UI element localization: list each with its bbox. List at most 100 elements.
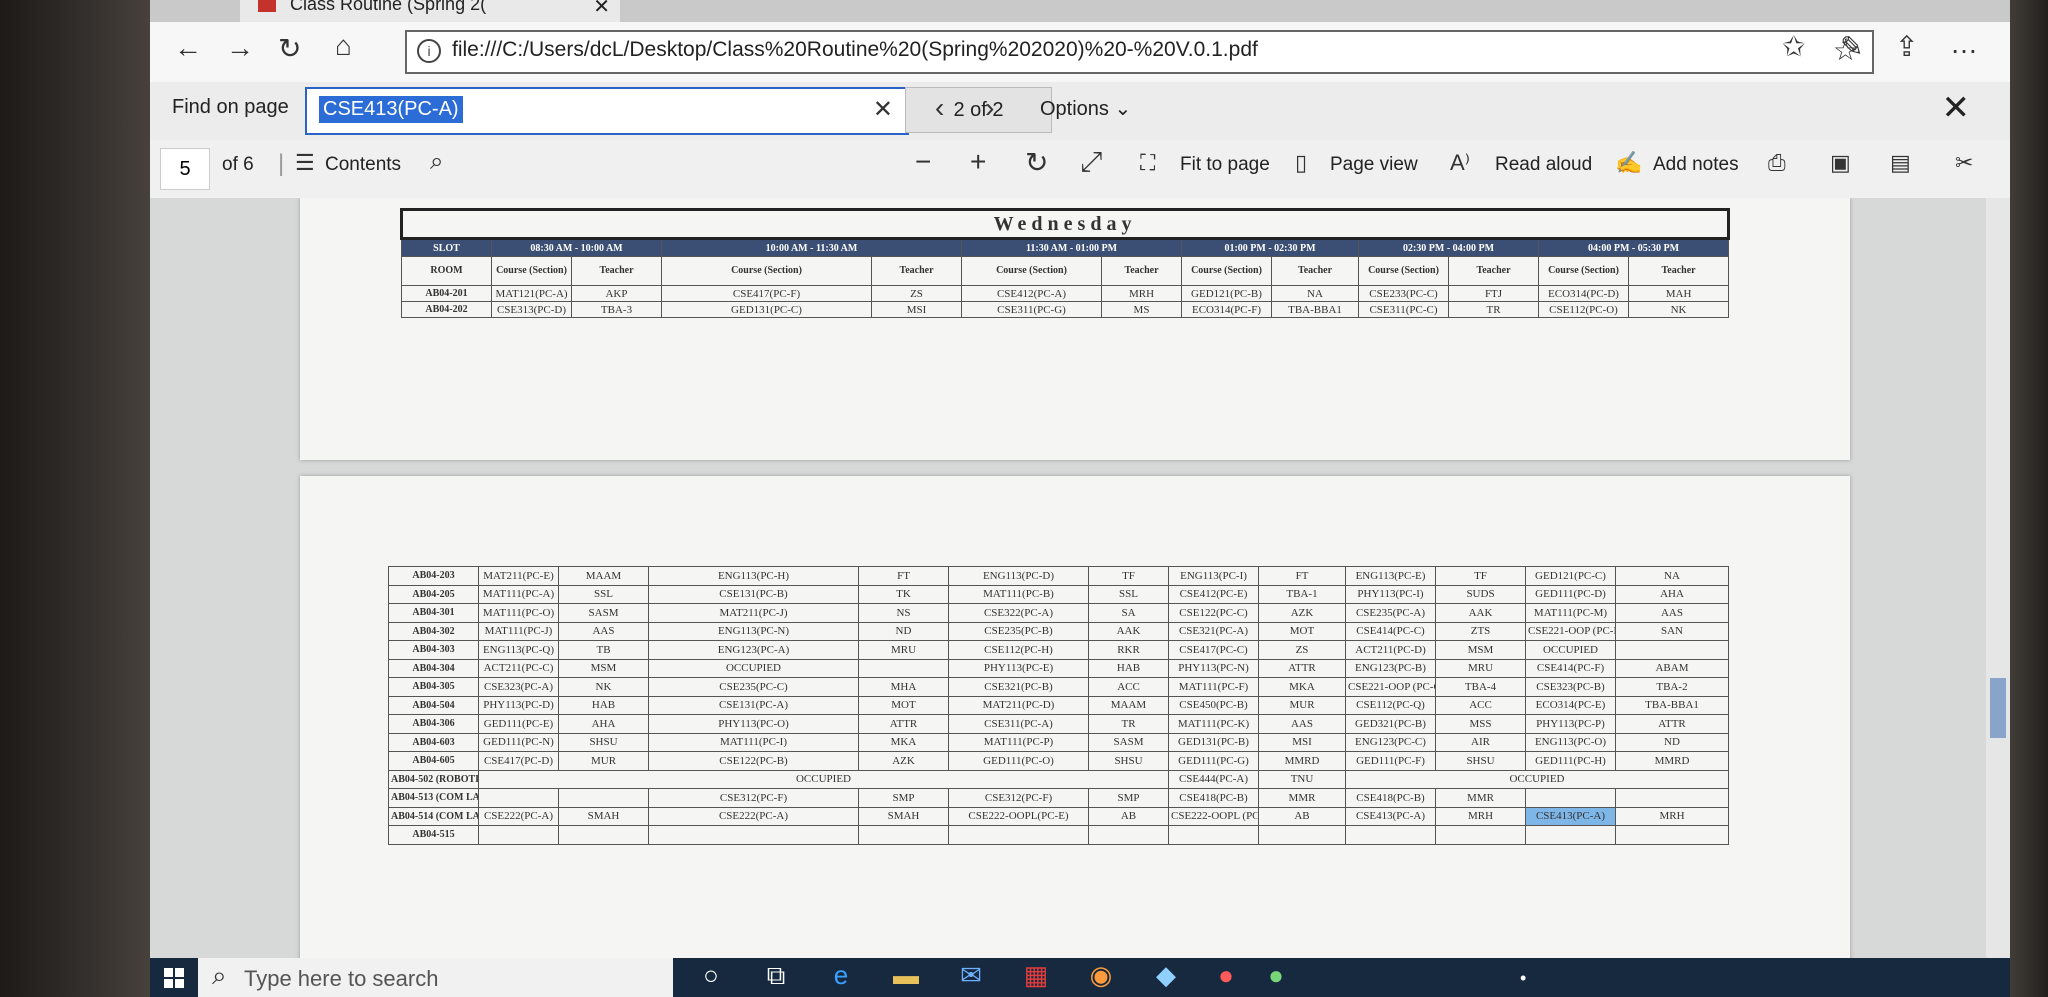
teacher-cell: AAS <box>558 621 649 641</box>
teacher-cell: MSI <box>1258 732 1346 752</box>
contents-button[interactable]: Contents <box>325 154 401 176</box>
course-cell: GED111(PC-O) <box>948 751 1089 771</box>
teacher-cell: AIR <box>1435 732 1526 752</box>
course-cell: GED111(PC-H) <box>1525 751 1616 771</box>
forward-arrow-icon[interactable]: → <box>226 32 254 64</box>
teacher-cell: MSM <box>1435 640 1526 660</box>
pin-toolbar-icon[interactable]: ✂ <box>1955 150 1973 176</box>
next-match-icon[interactable]: › <box>985 92 994 124</box>
vertical-scrollbar[interactable] <box>1986 198 2010 958</box>
url-text: file:///C:/Users/dcL/Desktop/Class%20Rou… <box>452 38 1258 61</box>
course-cell: CSE414(PC-F) <box>1525 658 1616 678</box>
app-icon-2[interactable]: ◆ <box>1150 960 1182 994</box>
zoom-out-icon[interactable]: − <box>915 146 931 178</box>
teacher-cell: MOT <box>1258 621 1346 641</box>
zoom-in-icon[interactable]: + <box>970 146 986 178</box>
table-row: AB04-515 <box>388 825 1729 845</box>
read-aloud-button[interactable]: Read aloud <box>1495 154 1592 176</box>
url-field[interactable]: i file:///C:/Users/dcL/Desktop/Class%20R… <box>405 30 1874 74</box>
store-icon[interactable]: ▦ <box>1020 960 1052 994</box>
find-label: Find on page <box>172 96 289 118</box>
table-row: AB04-502 (ROBOTIX LAB)OCCUPIEDCSE444(PC-… <box>388 769 1729 789</box>
teacher-cell: FTJ <box>1448 285 1539 302</box>
find-options-button[interactable]: Options ⌄ <box>1040 96 1131 121</box>
course-cell <box>1345 825 1436 845</box>
room-cell: AB04-306 <box>388 714 479 734</box>
browser-tab[interactable]: Class Routine (Spring 2( ✕ <box>240 0 620 22</box>
course-header: Course (Section) <box>1358 256 1449 286</box>
course-cell: PHY113(PC-N) <box>1168 658 1259 678</box>
teacher-cell: NK <box>558 677 649 697</box>
scrollbar-thumb[interactable] <box>1990 678 2006 738</box>
read-aloud-icon: A⁾ <box>1450 150 1471 175</box>
course-cell: CSE122(PC-C) <box>1168 603 1259 623</box>
table-row: AB04-205 MAT111(PC-A) SSL CSE131(PC-B) TK MAT… <box>388 584 1729 604</box>
teacher-cell: TBA-BBA1 <box>1271 301 1359 318</box>
course-cell: CSE323(PC-B) <box>1525 677 1616 697</box>
mail-icon[interactable]: ✉ <box>955 960 987 994</box>
routine-table-continued: AB04-203 MAT211(PC-E) MAAM ENG113(PC-H) FT EN… <box>388 566 1729 845</box>
fullscreen-icon[interactable]: ⤢ <box>1080 146 1102 179</box>
more-icon[interactable]: … <box>1950 28 1978 60</box>
room-cell: AB04-605 <box>388 751 479 771</box>
room-cell: AB04-201 <box>401 285 492 302</box>
course-cell: CSE321(PC-B) <box>948 677 1089 697</box>
app-icon[interactable]: ◉ <box>1085 960 1117 994</box>
course-cell: ECO314(PC-E) <box>1525 695 1616 715</box>
course-cell: CSE444(PC-A) <box>1168 769 1259 789</box>
task-view-icon[interactable]: ⧉ <box>760 960 792 994</box>
share-icon[interactable]: ⇪ <box>1895 30 1918 63</box>
page-number-input[interactable]: 5 <box>160 148 210 190</box>
find-input[interactable]: CSE413(PC-A) ✕ <box>305 87 909 135</box>
find-match-count: 2 of 2 <box>905 87 1052 133</box>
teacher-cell: MSS <box>1435 714 1526 734</box>
cortana-icon[interactable]: ○ <box>695 960 727 994</box>
table-row: AB04-302 MAT111(PC-J) AAS ENG113(PC-N) ND CSE… <box>388 621 1729 641</box>
app-icon-3[interactable]: ● <box>1260 960 1292 994</box>
slot-time: 02:30 PM - 04:00 PM <box>1358 238 1539 257</box>
course-cell: CSE235(PC-C) <box>648 677 859 697</box>
teacher-cell: ZS <box>871 285 962 302</box>
contents-icon[interactable]: ☰ <box>295 150 315 176</box>
close-find-icon[interactable]: ✕ <box>1942 88 1971 128</box>
close-tab-icon[interactable]: ✕ <box>593 0 610 19</box>
fit-to-page-button[interactable]: Fit to page <box>1180 154 1270 176</box>
room-cell: AB04-504 <box>388 695 479 715</box>
save-as-icon[interactable]: ▤ <box>1890 150 1911 176</box>
search-icon[interactable]: ⌕ <box>430 148 443 176</box>
screen: Class Routine (Spring 2( ✕ ← → ↻ ⌂ i fil… <box>150 0 2010 997</box>
teacher-cell: SMAH <box>558 806 649 826</box>
taskbar-search[interactable]: ⌕ Type here to search <box>198 958 673 997</box>
clear-find-icon[interactable]: ✕ <box>873 95 893 124</box>
course-cell: CSE417(PC-C) <box>1168 640 1259 660</box>
print-icon[interactable]: ⎙ <box>1768 150 1786 176</box>
windows-start-button[interactable] <box>150 958 198 997</box>
course-cell <box>1525 825 1616 845</box>
teacher-cell: SAN <box>1615 621 1729 641</box>
back-arrow-icon[interactable]: ← <box>174 32 202 64</box>
info-icon[interactable]: i <box>417 39 441 63</box>
course-cell: CSE112(PC-Q) <box>1345 695 1436 715</box>
find-query: CSE413(PC-A) <box>319 96 463 123</box>
add-notes-button[interactable]: Add notes <box>1653 154 1739 176</box>
home-icon[interactable]: ⌂ <box>335 30 352 62</box>
edge-icon[interactable]: e <box>825 960 857 994</box>
chrome-icon[interactable]: ● <box>1210 960 1242 994</box>
table-row: AB04-203 MAT211(PC-E) MAAM ENG113(PC-H) FT EN… <box>388 566 1729 586</box>
course-cell: CSE222-OOPL(PC-E) <box>948 806 1089 826</box>
course-cell: MAT111(PC-K) <box>1168 714 1259 734</box>
course-cell: ENG113(PC-N) <box>648 621 859 641</box>
course-header: Course (Section) <box>1181 256 1272 286</box>
file-explorer-icon[interactable]: ▬ <box>890 960 922 994</box>
favorites-icon[interactable]: ✩ <box>1782 30 1805 63</box>
save-icon[interactable]: ▣ <box>1830 150 1851 176</box>
course-cell: GED111(PC-F) <box>1345 751 1436 771</box>
refresh-icon[interactable]: ↻ <box>278 32 301 65</box>
page-view-button[interactable]: Page view <box>1330 154 1418 176</box>
teacher-cell: HAB <box>1088 658 1169 678</box>
rotate-icon[interactable]: ↻ <box>1025 146 1048 179</box>
teacher-cell: NA <box>1615 566 1729 586</box>
course-cell: MAT111(PC-P) <box>948 732 1089 752</box>
pen-icon[interactable]: ✎ <box>1840 30 1863 63</box>
previous-match-icon[interactable]: ‹ <box>935 92 944 124</box>
